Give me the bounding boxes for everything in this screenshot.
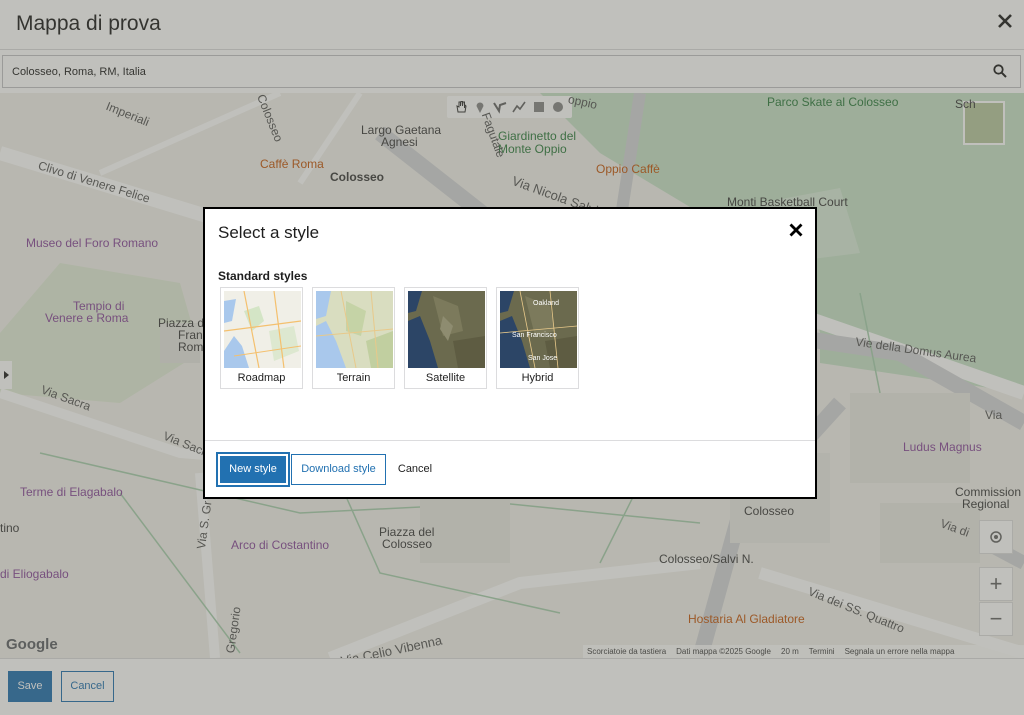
style-option-terrain[interactable]: Terrain (312, 287, 395, 389)
hybrid-label-san-francisco: San Francisco (512, 332, 557, 339)
style-option-roadmap[interactable]: Roadmap (220, 287, 303, 389)
style-label-roadmap: Roadmap (237, 372, 286, 384)
style-label-terrain: Terrain (336, 372, 371, 384)
terrain-thumbnail (316, 291, 393, 368)
style-option-satellite[interactable]: Satellite (404, 287, 487, 389)
style-label-hybrid: Hybrid (521, 372, 554, 384)
style-option-hybrid[interactable]: Oakland San Francisco San Jose Hybrid (496, 287, 579, 389)
style-picker-dialog: Select a style Standard styles Roadmap T… (203, 207, 817, 499)
close-icon[interactable] (789, 223, 805, 239)
hybrid-thumbnail: Oakland San Francisco San Jose (500, 291, 577, 368)
style-list: Roadmap Terrain Satellite Oakland San Fr… (220, 287, 579, 389)
dialog-title: Select a style (218, 223, 320, 242)
section-label: Standard styles (218, 269, 308, 283)
download-style-button[interactable]: Download style (291, 454, 386, 485)
dialog-footer: New style Download style Cancel (205, 440, 815, 497)
satellite-thumbnail (408, 291, 485, 368)
style-label-satellite: Satellite (425, 372, 466, 384)
hybrid-label-oakland: Oakland (533, 300, 559, 307)
cancel-button[interactable]: Cancel (395, 454, 435, 485)
hybrid-label-san-jose: San Jose (528, 355, 557, 362)
new-style-button[interactable]: New style (216, 452, 290, 487)
roadmap-thumbnail (224, 291, 301, 368)
